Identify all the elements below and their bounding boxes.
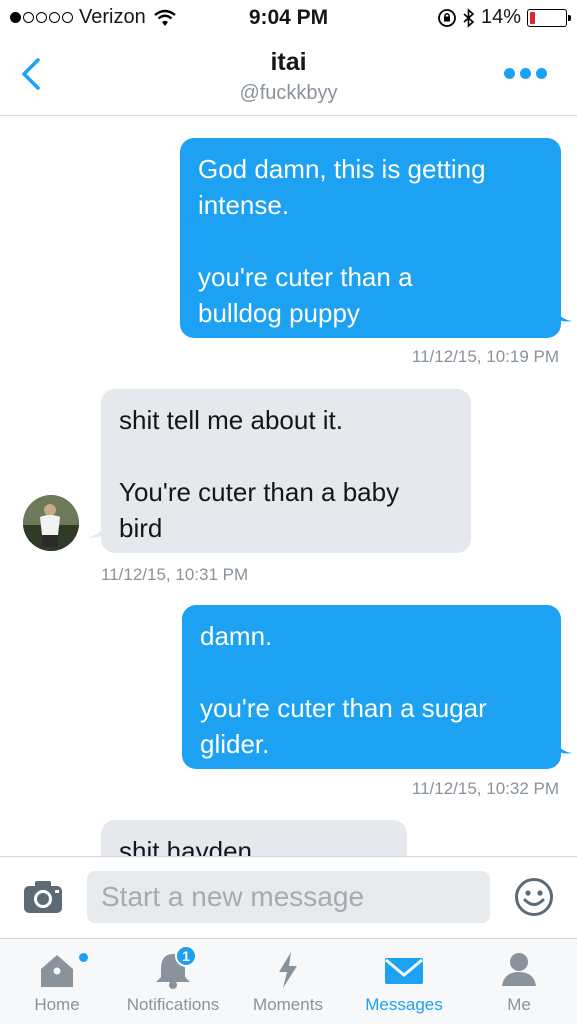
tab-label: Notifications <box>126 995 220 1014</box>
tab-notifications[interactable]: 1 Notifications <box>113 939 233 1024</box>
status-bar: Verizon 9:04 PM 14% <box>0 0 577 38</box>
outgoing-message-bubble[interactable]: damn. you're cuter than a sugar glider. <box>182 605 561 769</box>
tab-moments[interactable]: Moments <box>242 939 334 1024</box>
tab-bar: Home 1 Notifications Moments Messages Me <box>0 938 577 1024</box>
message-timestamp: 11/12/15, 10:31 PM <box>101 565 249 584</box>
tab-me[interactable]: Me <box>483 939 555 1024</box>
bubble-tail <box>556 307 572 322</box>
bubble-tail <box>556 739 572 754</box>
camera-button[interactable] <box>22 879 64 915</box>
rotation-lock-icon <box>438 8 456 27</box>
message-input[interactable] <box>87 871 490 923</box>
bluetooth-icon <box>463 7 475 28</box>
tab-home[interactable]: Home <box>17 939 97 1024</box>
home-icon <box>41 955 73 987</box>
person-icon <box>502 953 536 986</box>
battery-level <box>530 11 535 24</box>
envelope-icon <box>385 958 423 984</box>
incoming-message-bubble[interactable]: shit hayden <box>101 820 407 856</box>
lightning-icon <box>279 952 297 988</box>
contact-avatar[interactable] <box>23 495 79 551</box>
emoji-button[interactable] <box>514 877 554 917</box>
message-list[interactable]: God damn, this is getting intense. you'r… <box>0 117 577 856</box>
contact-name[interactable]: itai <box>0 48 577 77</box>
message-timestamp: 11/12/15, 10:32 PM <box>411 779 559 798</box>
incoming-message-bubble[interactable]: shit tell me about it. You're cuter than… <box>101 389 471 553</box>
tab-label: Messages <box>365 995 443 1014</box>
tab-label: Moments <box>253 995 323 1014</box>
contact-handle[interactable]: @fuckkbyy <box>0 82 577 105</box>
notification-badge: 1 <box>175 945 197 967</box>
new-content-indicator <box>79 953 88 962</box>
battery-icon <box>527 8 571 27</box>
tab-label: Home <box>34 995 80 1014</box>
battery-percent: 14% <box>480 6 521 28</box>
more-dot-icon <box>520 68 531 79</box>
more-dot-icon <box>536 68 547 79</box>
tab-messages[interactable]: Messages <box>355 939 453 1024</box>
conversation-header: itai @fuckkbyy <box>0 38 577 116</box>
tab-label: Me <box>507 995 531 1014</box>
outgoing-message-bubble[interactable]: God damn, this is getting intense. you'r… <box>180 138 561 338</box>
bubble-tail <box>88 523 104 538</box>
more-dot-icon <box>504 68 515 79</box>
message-timestamp: 11/12/15, 10:19 PM <box>411 347 559 366</box>
status-right: 14% <box>437 6 571 29</box>
more-options-button[interactable] <box>504 68 547 79</box>
message-composer <box>0 856 577 938</box>
